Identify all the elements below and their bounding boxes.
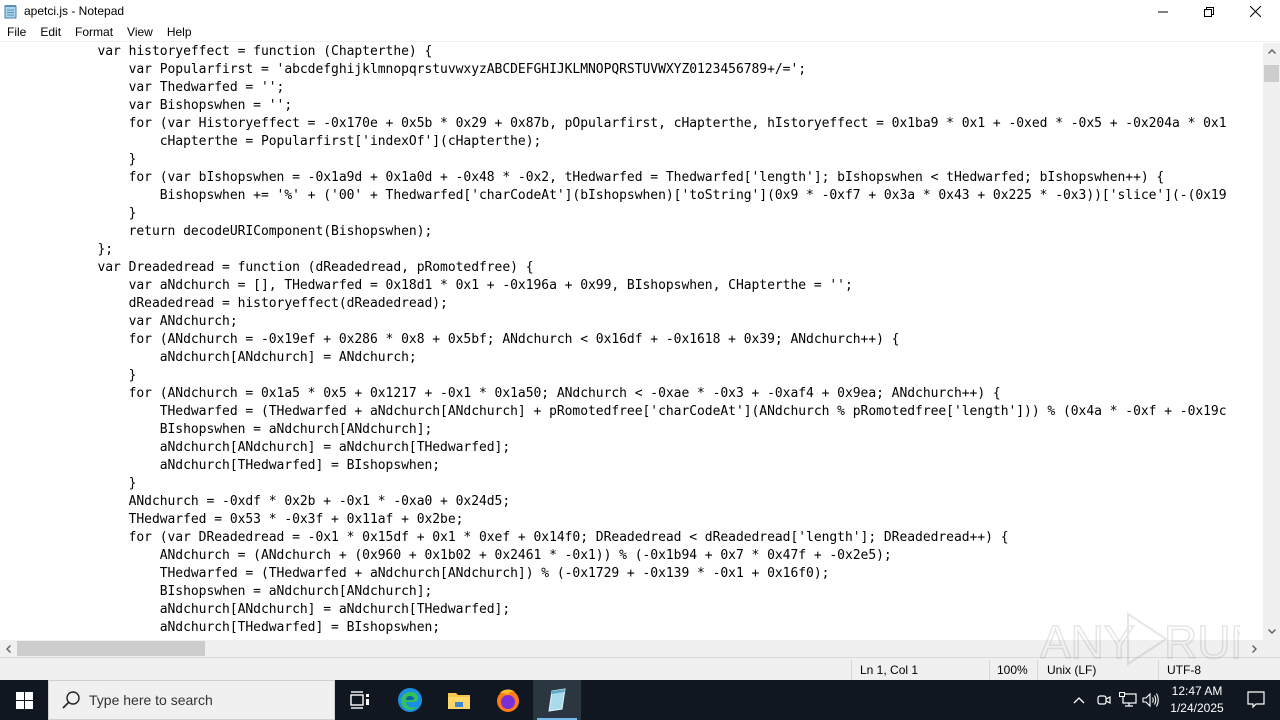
code-line: ANdchurch = (ANdchurch + (0x960 + 0x1b02… (4, 548, 892, 563)
taskbar-search-box[interactable]: Type here to search (48, 680, 335, 720)
chevron-left-icon (6, 644, 11, 653)
chevron-right-icon (1252, 644, 1257, 653)
minimize-button[interactable] (1140, 0, 1186, 23)
code-line: Bishopswhen += '%' + ('00' + Thedwarfed[… (4, 188, 1227, 203)
taskbar-notepad[interactable] (533, 680, 581, 720)
encoding: UTF-8 (1158, 660, 1280, 680)
code-line: for (var DReadedread = -0x1 * 0x15df + 0… (4, 530, 1009, 545)
volume-icon (1142, 692, 1159, 708)
code-line: BIshopswhen = aNdchurch[ANdchurch]; (4, 584, 433, 599)
horizontal-scroll-thumb[interactable] (17, 641, 205, 656)
windows-logo-icon (15, 691, 33, 709)
code-line: BIshopswhen = aNdchurch[ANdchurch]; (4, 422, 433, 437)
menu-view[interactable]: View (120, 23, 160, 42)
code-line: aNdchurch[ANdchurch] = ANdchurch; (4, 350, 417, 365)
task-view-button[interactable] (336, 680, 384, 720)
code-line: var historyeffect = function (Chapterthe… (4, 44, 433, 59)
code-line: aNdchurch[ANdchurch] = aNdchurch[THedwar… (4, 440, 511, 455)
code-line: var Thedwarfed = ''; (4, 80, 285, 95)
title-bar: apetci.js - Notepad (0, 0, 1280, 23)
menu-format[interactable]: Format (68, 23, 120, 42)
vertical-scrollbar[interactable] (1263, 43, 1280, 640)
window-title: apetci.js - Notepad (24, 4, 125, 18)
line-ending: Unix (LF) (1037, 660, 1158, 680)
text-editor[interactable]: var historyeffect = function (Chapterthe… (0, 43, 1263, 640)
code-line: var aNdchurch = [], THedwarfed = 0x18d1 … (4, 278, 853, 293)
action-center-button[interactable] (1232, 680, 1280, 720)
chevron-up-icon (1267, 49, 1276, 54)
code-line: for (var bIshopswhen = -0x1a9d + 0x1a0d … (4, 170, 1165, 185)
code-line: THedwarfed = 0x53 * -0x3f + 0x11af + 0x2… (4, 512, 464, 527)
code-line: } (4, 368, 137, 383)
code-line: return decodeURIComponent(Bishopswhen); (4, 224, 433, 239)
search-placeholder: Type here to search (89, 692, 213, 708)
start-button[interactable] (0, 680, 48, 720)
network-icon (1119, 692, 1137, 707)
code-line: } (4, 476, 137, 491)
restore-button[interactable] (1186, 0, 1232, 23)
zoom-level: 100% (989, 660, 1037, 680)
code-line: } (4, 152, 137, 167)
code-line: aNdchurch[THedwarfed] = BIshopswhen; (4, 620, 441, 635)
code-line: for (var Historyeffect = -0x170e + 0x5b … (4, 116, 1227, 131)
folder-icon (448, 693, 470, 709)
tray-meet-now[interactable] (1093, 680, 1115, 720)
code-line: var Bishopswhen = ''; (4, 98, 293, 113)
restore-icon (1204, 6, 1214, 17)
chevron-down-icon (1267, 629, 1276, 634)
meet-now-icon (1097, 695, 1111, 705)
menu-bar: File Edit Format View Help (0, 23, 1280, 42)
status-bar: Ln 1, Col 1 100% Unix (LF) UTF-8 (0, 657, 1280, 680)
code-line: ANdchurch = -0xdf * 0x2b + -0x1 * -0xa0 … (4, 494, 511, 509)
code-line: var ANdchurch; (4, 314, 238, 329)
code-line: for (ANdchurch = 0x1a5 * 0x5 + 0x1217 + … (4, 386, 1001, 401)
scroll-down-button[interactable] (1263, 623, 1280, 640)
taskbar-file-explorer[interactable] (435, 680, 483, 720)
task-view-icon (350, 691, 369, 709)
taskbar: Type here to search 12:47 AM 1/24/2025 (0, 680, 1280, 720)
code-line: cHapterthe = Popularfirst['indexOf'](cHa… (4, 134, 542, 149)
taskbar-edge[interactable] (386, 680, 434, 720)
minimize-icon (1158, 11, 1168, 12)
tray-network[interactable] (1116, 680, 1140, 720)
notepad-icon (548, 688, 566, 712)
edge-icon (398, 688, 422, 712)
taskbar-firefox[interactable] (484, 680, 532, 720)
menu-help[interactable]: Help (160, 23, 199, 42)
code-line: var Popularfirst = 'abcdefghijklmnopqrst… (4, 62, 807, 77)
show-hidden-icons-button[interactable] (1068, 680, 1090, 720)
horizontal-scrollbar[interactable] (0, 640, 1263, 657)
scroll-left-button[interactable] (0, 640, 17, 657)
taskbar-clock[interactable]: 12:47 AM 1/24/2025 (1163, 683, 1231, 717)
clock-time: 12:47 AM (1171, 684, 1223, 698)
clock-date: 1/24/2025 (1170, 701, 1224, 715)
code-line: aNdchurch[ANdchurch] = aNdchurch[THedwar… (4, 602, 511, 617)
code-line: dReadedread = historyeffect(dReadedread)… (4, 296, 448, 311)
menu-edit[interactable]: Edit (33, 23, 68, 42)
menu-file[interactable]: File (0, 23, 33, 42)
scroll-corner (1263, 640, 1280, 657)
code-line: } (4, 206, 137, 221)
vertical-scroll-thumb[interactable] (1264, 65, 1279, 82)
code-line: aNdchurch[THedwarfed] = BIshopswhen; (4, 458, 441, 473)
tray-volume[interactable] (1140, 680, 1162, 720)
code-content: var historyeffect = function (Chapterthe… (4, 43, 1227, 637)
cursor-position: Ln 1, Col 1 (851, 660, 989, 680)
code-line: THedwarfed = (THedwarfed + aNdchurch[ANd… (4, 566, 830, 581)
notification-icon (1247, 691, 1265, 709)
code-line: var Dreadedread = function (dReadedread,… (4, 260, 534, 275)
scroll-up-button[interactable] (1263, 43, 1280, 60)
scroll-right-button[interactable] (1246, 640, 1263, 657)
code-line: for (ANdchurch = -0x19ef + 0x286 * 0x8 +… (4, 332, 900, 347)
close-icon (1249, 6, 1261, 17)
code-line: }; (4, 242, 114, 257)
firefox-icon (497, 689, 519, 712)
notepad-app-icon (4, 4, 18, 19)
code-line: THedwarfed = (THedwarfed + aNdchurch[ANd… (4, 404, 1227, 419)
search-icon (62, 691, 80, 709)
close-button[interactable] (1232, 0, 1278, 23)
chevron-up-icon (1073, 696, 1085, 703)
